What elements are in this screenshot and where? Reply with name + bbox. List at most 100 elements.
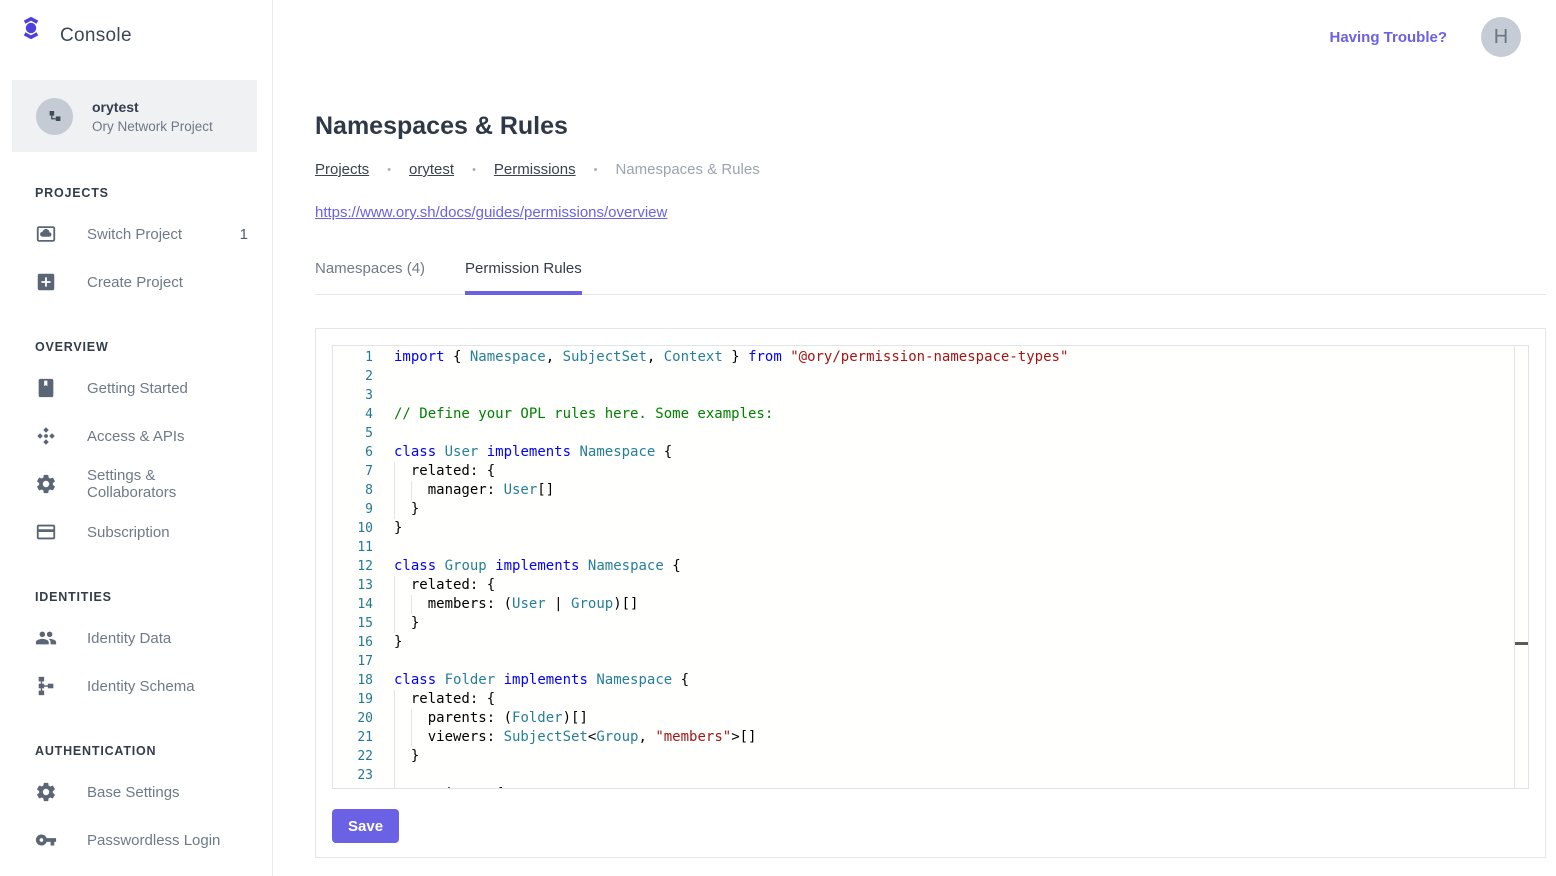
breadcrumb-projects[interactable]: Projects [315,161,369,178]
gear-icon [35,781,57,803]
sidebar-item-settings-collaborators[interactable]: Settings & Collaborators [0,460,272,508]
main-content: Having Trouble? H Namespaces & Rules Pro… [273,0,1556,876]
code-text: class User implements Namespace { [373,443,672,462]
sidebar-item-label: Subscription [87,524,170,541]
line-number: 14 [333,595,373,614]
code-text: manager: User[] [373,481,554,500]
code-text [373,766,394,785]
sidebar-item-label: Access & APIs [87,428,185,445]
sidebar-item-switch-project[interactable]: Switch Project 1 [0,210,272,258]
tab-permission-rules[interactable]: Permission Rules [465,260,582,294]
line-number: 18 [333,671,373,690]
sidebar-item-label: Passwordless Login [87,832,220,849]
sitemap-icon [36,98,73,135]
scrollbar-cursor-marker [1515,642,1529,645]
ory-logo-icon [20,17,48,55]
code-line: 11 [333,538,1528,557]
sidebar-item-base-settings[interactable]: Base Settings [0,768,272,816]
line-number: 24 [333,785,373,789]
save-button[interactable]: Save [332,809,399,843]
sidebar-item-getting-started[interactable]: Getting Started [0,364,272,412]
code-text: permits = { [373,785,504,789]
topbar: Having Trouble? H [315,0,1556,74]
code-line: 3 [333,386,1528,405]
project-subtitle: Ory Network Project [92,119,213,134]
code-text [373,386,394,405]
section-title-overview: OVERVIEW [35,340,272,354]
line-number: 22 [333,747,373,766]
code-line: 6class User implements Namespace { [333,443,1528,462]
docs-link[interactable]: https://www.ory.sh/docs/guides/permissio… [315,204,667,221]
code-line: 12class Group implements Namespace { [333,557,1528,576]
having-trouble-link[interactable]: Having Trouble? [1329,29,1447,46]
line-number: 12 [333,557,373,576]
code-line: 17 [333,652,1528,671]
sidebar-item-create-project[interactable]: Create Project [0,258,272,306]
sidebar-item-label: Identity Data [87,630,171,647]
sidebar-item-passwordless-login[interactable]: Passwordless Login [0,816,272,864]
code-line: 20 parents: (Folder)[] [333,709,1528,728]
code-text: viewers: SubjectSet<Group, "members">[] [373,728,756,747]
section-title-projects: PROJECTS [35,186,272,200]
project-name: orytest [92,99,213,115]
user-avatar[interactable]: H [1481,17,1521,57]
line-number: 15 [333,614,373,633]
code-line: 4// Define your OPL rules here. Some exa… [333,405,1528,424]
switch-project-icon [35,223,57,245]
line-number: 11 [333,538,373,557]
page-title: Namespaces & Rules [315,112,1556,141]
code-text [373,538,394,557]
code-editor[interactable]: 1import { Namespace, SubjectSet, Context… [332,345,1529,789]
line-number: 10 [333,519,373,538]
editor-lines: 1import { Namespace, SubjectSet, Context… [333,348,1528,789]
line-number: 17 [333,652,373,671]
breadcrumb-separator: • [594,164,598,176]
line-number: 9 [333,500,373,519]
schema-icon [35,675,57,697]
sidebar-item-label: Identity Schema [87,678,195,695]
code-line: 21 viewers: SubjectSet<Group, "members">… [333,728,1528,747]
sidebar-nav: PROJECTS Switch Project 1 Create Project OVE… [0,186,272,864]
sidebar-item-label: Create Project [87,274,183,291]
breadcrumb-namespaces-rules: Namespaces & Rules [615,161,759,178]
section-title-authentication: AUTHENTICATION [35,744,272,758]
sidebar-item-label: Getting Started [87,380,188,397]
line-number: 8 [333,481,373,500]
console-logo[interactable]: Console [0,0,272,56]
sidebar: Console orytest Ory Network Project PROJ… [0,0,273,876]
code-text: class Group implements Namespace { [373,557,681,576]
code-text: related: { [373,462,495,481]
code-line: 9 } [333,500,1528,519]
sidebar-item-label: Switch Project [87,226,182,243]
line-number: 3 [333,386,373,405]
code-text: import { Namespace, SubjectSet, Context … [373,348,1068,367]
code-text: class Folder implements Namespace { [373,671,689,690]
code-line: 15 } [333,614,1528,633]
code-line: 18class Folder implements Namespace { [333,671,1528,690]
sidebar-item-subscription[interactable]: Subscription [0,508,272,556]
line-number: 23 [333,766,373,785]
breadcrumb-orytest[interactable]: orytest [409,161,454,178]
code-text: } [373,633,402,652]
code-text [373,367,394,386]
breadcrumb-permissions[interactable]: Permissions [494,161,576,178]
sidebar-item-identity-data[interactable]: Identity Data [0,614,272,662]
code-text: } [373,519,402,538]
code-text: } [373,500,419,519]
line-number: 16 [333,633,373,652]
add-box-icon [35,271,57,293]
code-text: } [373,614,419,633]
line-number: 13 [333,576,373,595]
code-text [373,652,394,671]
people-icon [35,627,57,649]
item-count-badge: 1 [240,226,248,243]
project-card[interactable]: orytest Ory Network Project [12,80,257,152]
permission-rules-panel: 1import { Namespace, SubjectSet, Context… [315,328,1546,858]
line-number: 6 [333,443,373,462]
editor-scrollbar[interactable] [1514,346,1528,788]
code-line: 5 [333,424,1528,443]
sidebar-item-identity-schema[interactable]: Identity Schema [0,662,272,710]
tab-namespaces-4[interactable]: Namespaces (4) [315,260,425,294]
book-icon [35,377,57,399]
sidebar-item-access-apis[interactable]: Access & APIs [0,412,272,460]
